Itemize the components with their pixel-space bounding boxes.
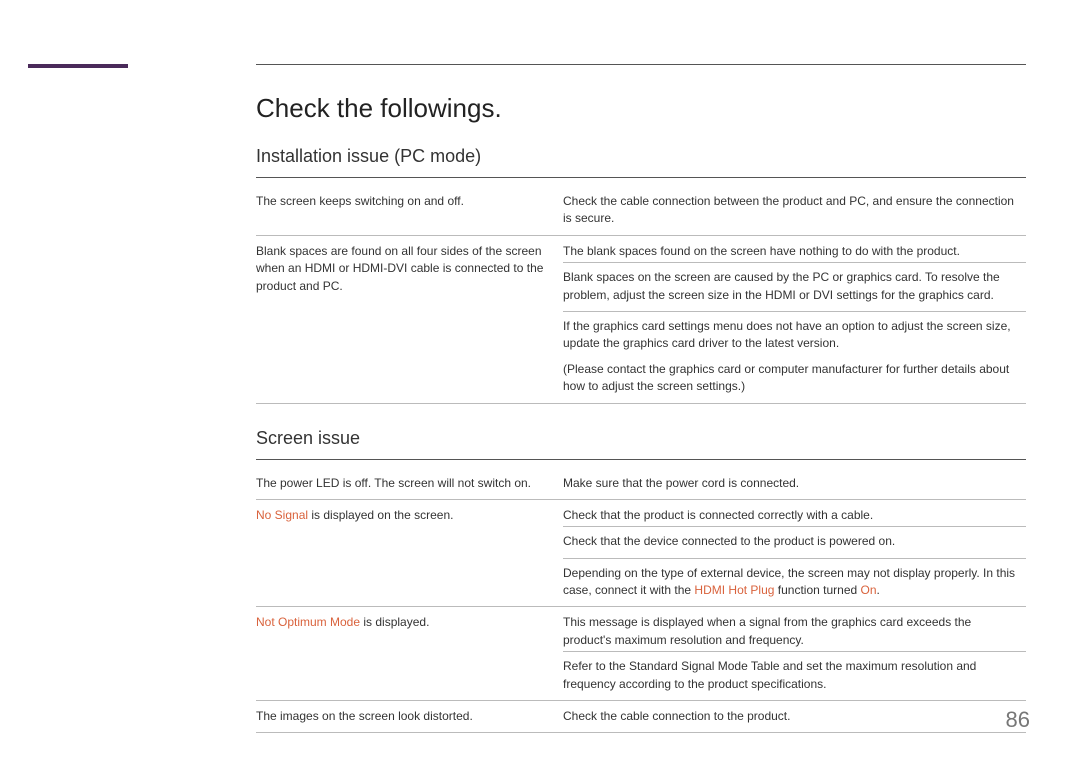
- solution-text: function turned: [774, 583, 860, 597]
- solution-cell: Blank spaces on the screen are caused by…: [563, 263, 1026, 312]
- issue-cell: Not Optimum Mode is displayed.: [256, 607, 563, 701]
- issue-cell: No Signal is displayed on the screen.: [256, 499, 563, 607]
- issue-cell: The screen keeps switching on and off.: [256, 186, 563, 235]
- solution-cell: Make sure that the power cord is connect…: [563, 468, 1026, 500]
- solution-cell: Depending on the type of external device…: [563, 558, 1026, 607]
- issue-cell: The power LED is off. The screen will no…: [256, 468, 563, 500]
- solution-cell: Check the cable connection to the produc…: [563, 701, 1026, 733]
- issue-cell: The images on the screen look distorted.: [256, 701, 563, 733]
- table-row: Blank spaces are found on all four sides…: [256, 235, 1026, 262]
- section-rule: [256, 177, 1026, 178]
- section-rule: [256, 459, 1026, 460]
- page-number: 86: [1006, 707, 1030, 733]
- table-row: No Signal is displayed on the screen. Ch…: [256, 499, 1026, 526]
- solution-cell: If the graphics card settings menu does …: [563, 311, 1026, 354]
- solution-cell: Check the cable connection between the p…: [563, 186, 1026, 235]
- solution-text: .: [877, 583, 880, 597]
- solution-cell: Check that the device connected to the p…: [563, 527, 1026, 558]
- solution-cell: Refer to the Standard Signal Mode Table …: [563, 652, 1026, 701]
- accent-bar: [28, 64, 128, 68]
- section-heading-screen: Screen issue: [256, 428, 1026, 453]
- screen-issue-table: The power LED is off. The screen will no…: [256, 468, 1026, 734]
- table-row: The images on the screen look distorted.…: [256, 701, 1026, 733]
- content-area: Check the followings. Installation issue…: [256, 64, 1026, 733]
- installation-table: The screen keeps switching on and off. C…: [256, 186, 1026, 404]
- solution-cell: Check that the product is connected corr…: [563, 499, 1026, 526]
- table-row: The screen keeps switching on and off. C…: [256, 186, 1026, 235]
- table-row: Not Optimum Mode is displayed. This mess…: [256, 607, 1026, 652]
- table-row: The power LED is off. The screen will no…: [256, 468, 1026, 500]
- highlight-text: Not Optimum Mode: [256, 615, 360, 629]
- section-heading-installation: Installation issue (PC mode): [256, 146, 1026, 171]
- top-rule: [256, 64, 1026, 65]
- solution-cell: The blank spaces found on the screen hav…: [563, 235, 1026, 262]
- solution-cell: (Please contact the graphics card or com…: [563, 355, 1026, 403]
- issue-text: is displayed.: [360, 615, 429, 629]
- issue-text: is displayed on the screen.: [308, 508, 453, 522]
- highlight-text: No Signal: [256, 508, 308, 522]
- solution-cell: This message is displayed when a signal …: [563, 607, 1026, 652]
- issue-cell: Blank spaces are found on all four sides…: [256, 235, 563, 403]
- page-title: Check the followings.: [256, 93, 1026, 124]
- highlight-text: HDMI Hot Plug: [694, 583, 774, 597]
- highlight-text: On: [861, 583, 877, 597]
